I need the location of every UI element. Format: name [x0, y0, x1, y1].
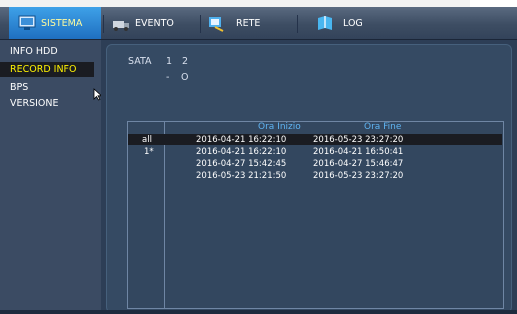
table-row-start[interactable]: 2016-05-23 21:21:50 [196, 171, 286, 182]
tab-sistema[interactable]: SISTEMA [9, 7, 101, 39]
tab-separator [297, 15, 298, 33]
tab-log[interactable]: LOG [316, 7, 396, 39]
sata-label: SATA [128, 56, 152, 67]
top-edge [0, 0, 517, 7]
table-row-start[interactable]: 2016-04-27 15:42:45 [196, 159, 286, 170]
bottom-edge [0, 310, 517, 314]
tab-label: EVENTO [135, 17, 174, 29]
tab-label: LOG [343, 17, 363, 29]
system-monitor-icon [18, 15, 36, 30]
sata-disk-number: 1 [166, 56, 173, 67]
sidebar-item-info-hdd[interactable]: INFO HDD [0, 44, 101, 59]
event-truck-icon [113, 20, 129, 31]
app-window: SISTEMA EVENTO RETE LOG INFO HDD RECORD … [0, 0, 517, 314]
table-row-end[interactable]: 2016-05-23 23:27:20 [313, 135, 403, 146]
tab-separator [200, 15, 201, 33]
table-row-index[interactable]: 1* [144, 147, 154, 158]
sata-disk-status: - [166, 72, 170, 83]
sidebar-item-label: BPS [10, 82, 29, 93]
sidebar-item-versione[interactable]: VERSIONE [0, 96, 101, 111]
sidebar-item-label: INFO HDD [10, 46, 58, 57]
tab-rete[interactable]: RETE [207, 7, 292, 39]
table-column-divider [164, 121, 165, 309]
log-book-icon [318, 15, 332, 30]
network-icon [209, 16, 224, 32]
table-header-start: Ora Inizio [258, 122, 301, 132]
sidebar-item-label: VERSIONE [10, 98, 59, 109]
table-row-index[interactable]: all [142, 135, 152, 146]
table-header-end: Ora Fine [364, 122, 402, 132]
table-row-end[interactable]: 2016-04-27 15:46:47 [313, 159, 403, 170]
sidebar-item-bps[interactable]: BPS [0, 80, 101, 95]
sidebar-item-label: RECORD INFO [10, 64, 77, 75]
main-tab-bar: SISTEMA EVENTO RETE LOG [0, 7, 517, 40]
table-row-start[interactable]: 2016-04-21 16:22:10 [196, 147, 286, 158]
tab-label: RETE [236, 17, 261, 29]
tab-label: SISTEMA [41, 17, 83, 29]
sata-disk-status: O [181, 72, 189, 83]
table-row-start[interactable]: 2016-04-21 16:22:10 [196, 135, 286, 146]
sidebar-item-record-info[interactable]: RECORD INFO [0, 62, 94, 77]
table-row-end[interactable]: 2016-04-21 16:50:41 [313, 147, 403, 158]
table-row-end[interactable]: 2016-05-23 23:27:20 [313, 171, 403, 182]
tab-evento[interactable]: EVENTO [112, 7, 192, 39]
tab-separator [103, 15, 104, 33]
sata-disk-number: 2 [182, 56, 189, 67]
